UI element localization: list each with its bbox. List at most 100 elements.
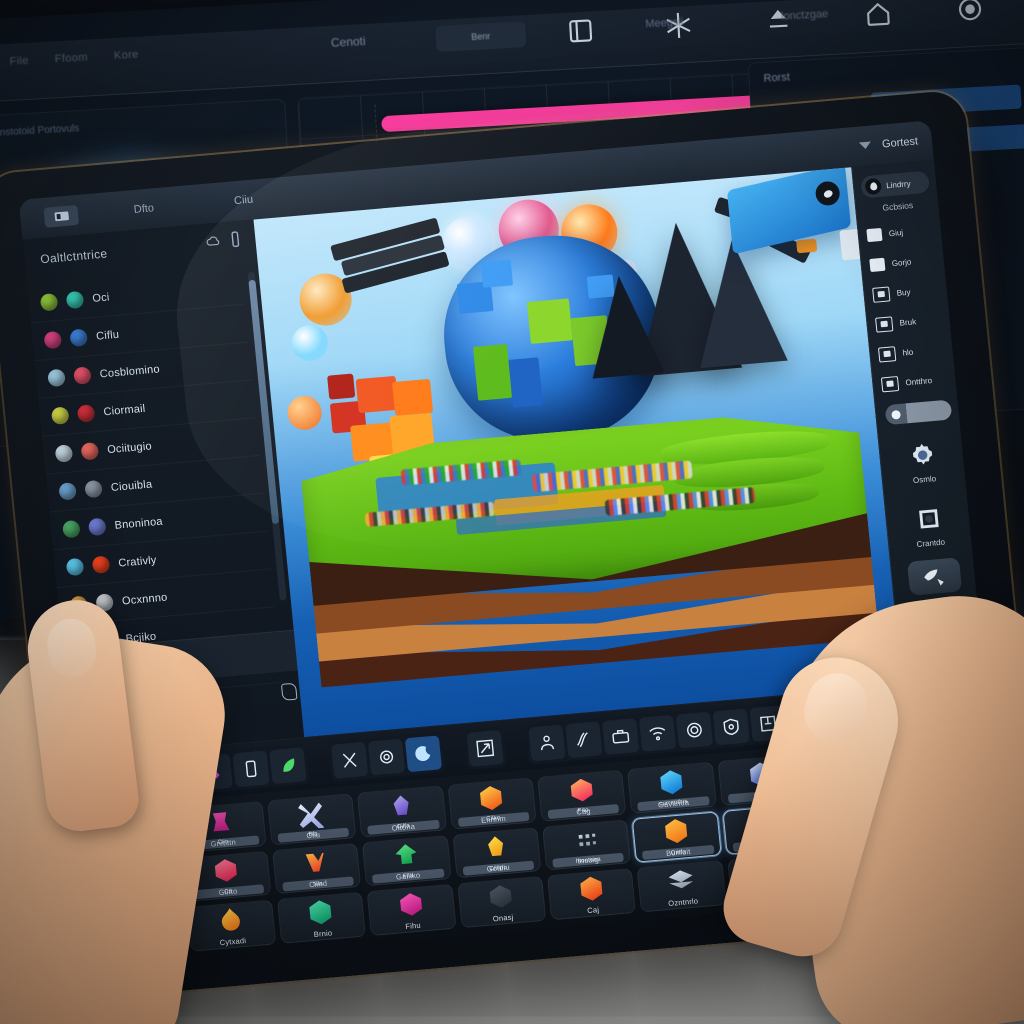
scene-orb — [290, 323, 330, 363]
film-icon — [43, 204, 80, 228]
color-swatch-b — [76, 404, 96, 423]
dots-icon — [578, 834, 596, 847]
color-swatch-a — [47, 368, 66, 388]
asset-cell[interactable]: Oltona Cilfa — [357, 785, 447, 838]
moon-icon[interactable] — [404, 735, 443, 773]
asset-cell-sublabel: Oiitfa — [642, 845, 715, 861]
property-row[interactable]: Bruk — [874, 306, 944, 338]
spiral-icon[interactable] — [367, 738, 406, 776]
gear-icon — [912, 443, 932, 465]
asset-cell[interactable]: Onasj — [456, 876, 547, 929]
scissors-icon[interactable] — [331, 741, 369, 779]
cube-icon — [215, 859, 237, 883]
color-swatch-b — [80, 442, 100, 461]
asset-cell-label: Fihu — [404, 920, 422, 932]
chevron-icon — [306, 853, 325, 873]
scene-viewport[interactable] — [253, 167, 902, 738]
asset-cell-sublabel: Ciliipo — [462, 860, 535, 877]
property-row[interactable]: Giuj — [866, 216, 936, 248]
asset-cell[interactable]: Cag Fito — [537, 769, 627, 822]
layers-icon — [668, 870, 694, 889]
list-item-label: Ocxnnno — [121, 591, 168, 607]
target-icon[interactable] — [675, 711, 713, 749]
gem-outline-icon[interactable] — [280, 682, 298, 701]
cube-icon — [399, 893, 422, 916]
outliner-tools — [205, 231, 245, 255]
asset-cell[interactable]: Ennnm Cilko — [447, 777, 537, 830]
frame-arrow-icon[interactable] — [466, 729, 504, 767]
voxel-island[interactable] — [299, 406, 882, 714]
cloud-icon[interactable] — [205, 233, 223, 255]
asset-cell[interactable]: Fihu — [366, 884, 457, 937]
property-row[interactable]: hlo — [877, 336, 947, 368]
asset-cell[interactable]: Cytxadi — [186, 899, 277, 952]
phone-icon[interactable] — [232, 750, 270, 788]
visibility-toggle[interactable] — [884, 399, 953, 426]
asset-cell[interactable]: Caj — [546, 868, 637, 921]
gear-label: Osmlo — [912, 474, 937, 486]
window-icon[interactable] — [565, 15, 597, 47]
cube-icon — [490, 885, 513, 908]
screenshot-root: #Edit File Ffoom Kore Cenoti Benr P # tn… — [0, 0, 1024, 1024]
asset-cell-label: Ozntnrlo — [667, 896, 699, 909]
shield-icon[interactable] — [712, 708, 750, 746]
settings-gear-button[interactable]: Osmlo — [879, 435, 966, 488]
property-row[interactable]: Ontthro — [880, 366, 950, 398]
color-swatch-b — [87, 517, 107, 537]
list-item-label: Bnoninoa — [114, 515, 164, 532]
asset-cell[interactable]: Gottliu Ciliipo — [452, 826, 542, 879]
list-item-label: Cosblomino — [99, 362, 161, 381]
bird-paint-icon[interactable] — [907, 557, 963, 596]
color-swatch-b — [65, 290, 85, 310]
monitor-menu-item[interactable]: Ffoom — [54, 51, 88, 65]
monitor-chip-label: Benr — [471, 30, 491, 43]
home-icon[interactable] — [862, 0, 894, 30]
list-item-label: Crativly — [117, 553, 158, 570]
monitor-chip-button[interactable]: Benr — [435, 21, 527, 53]
leaf-icon[interactable] — [269, 747, 307, 785]
square-dot-icon — [872, 285, 891, 303]
scene-orb — [285, 394, 324, 432]
property-row[interactable]: Buy — [872, 276, 942, 308]
asset-cell[interactable]: Insoig htontona — [542, 818, 632, 871]
color-swatch-b — [69, 328, 88, 347]
asset-cell[interactable]: Bumuit Oiitfa — [632, 811, 722, 863]
voxel-dark-structure[interactable] — [330, 215, 462, 304]
creation-gear-button[interactable]: Crantdo — [885, 498, 972, 551]
asset-cell[interactable]: Ciind Nla — [271, 842, 362, 895]
monitor-menu-item[interactable]: Kore — [114, 49, 139, 62]
tab-active[interactable] — [18, 194, 96, 240]
monitor-menu-item[interactable]: File — [9, 55, 29, 68]
gem-icon — [309, 900, 332, 925]
toolbar-group — [327, 732, 446, 782]
hex-icon — [660, 770, 683, 795]
property-row[interactable]: Gorjo — [869, 246, 939, 278]
cube-icon — [570, 778, 593, 802]
wave-icon[interactable] — [565, 721, 603, 759]
briefcase-icon[interactable] — [602, 718, 640, 755]
asset-cell[interactable]: Brnio — [276, 892, 367, 944]
gem-icon — [480, 785, 503, 810]
hex-s-icon — [665, 819, 688, 844]
monitor-right-label: Meegsii — [645, 16, 684, 31]
asset-cell[interactable]: Cliu Bla — [267, 793, 357, 846]
color-swatch-a — [54, 444, 74, 463]
library-pill-button[interactable]: Lindrry — [860, 170, 931, 199]
asset-cell[interactable]: Ozntnrlo — [636, 860, 727, 913]
fan-icon — [393, 795, 409, 816]
chevron-down-icon[interactable] — [857, 136, 873, 155]
asset-cell[interactable]: Gaviinua currepthis — [627, 761, 717, 814]
asset-cell[interactable]: Galliko Fila — [361, 834, 452, 887]
square-icon — [869, 257, 886, 272]
slider-icon[interactable] — [227, 231, 245, 253]
voxel-sky-platform[interactable] — [726, 167, 852, 255]
asset-cell-sublabel: Fila — [372, 868, 445, 884]
color-swatch-b — [73, 366, 92, 385]
asset-cell-sublabel: Nla — [282, 876, 355, 892]
tab-label: Dfto — [133, 202, 155, 216]
record-icon[interactable] — [954, 0, 986, 25]
wifi-icon[interactable] — [638, 714, 677, 752]
person-node-icon[interactable] — [528, 724, 566, 762]
asset-cell-label: Cytxadi — [219, 936, 247, 948]
frame-icon — [874, 315, 894, 333]
